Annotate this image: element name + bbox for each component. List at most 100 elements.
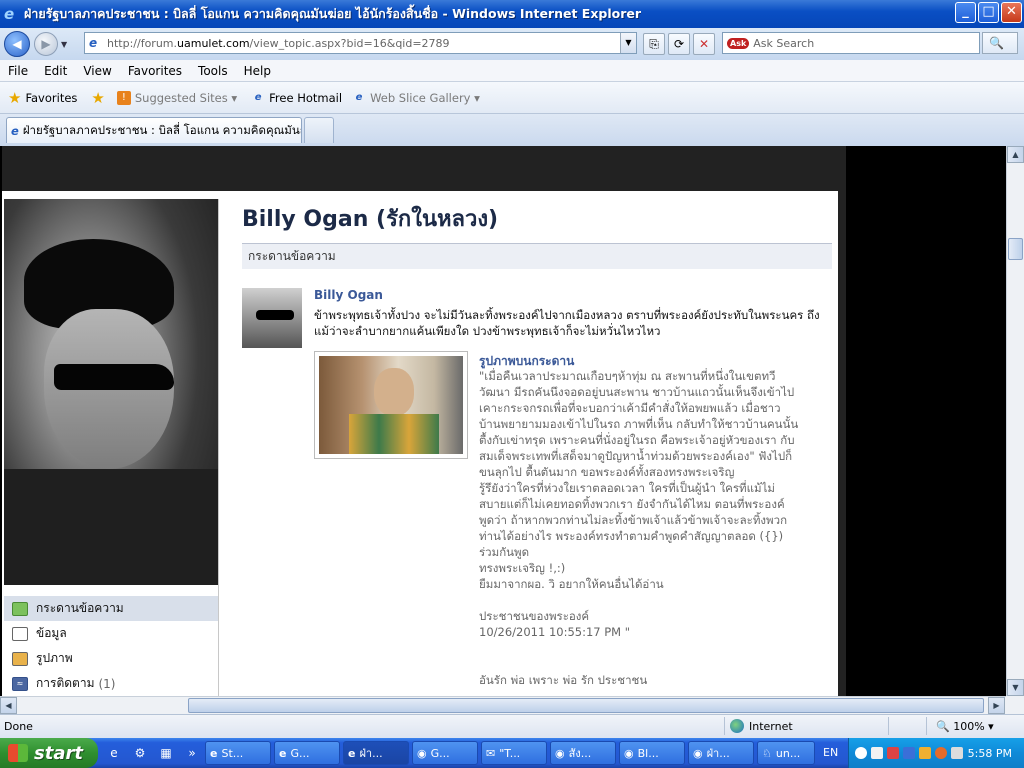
forward-button[interactable]: ▶ (34, 32, 58, 56)
zoom-level-button[interactable]: 🔍 100% ▾ (936, 720, 994, 733)
web-page: กระดานข้อความ ข้อมูล รูปภาพ ≈ การติดตาม … (2, 146, 846, 696)
photos-icon (12, 651, 28, 666)
minimize-button[interactable]: _ (955, 2, 976, 23)
taskbar-item-label: un... (775, 746, 801, 760)
status-text: Done (4, 720, 33, 733)
taskbar-item[interactable]: ◉ สัง... (550, 741, 616, 765)
address-url[interactable]: http://forum.uamulet.com/view_topic.aspx… (107, 37, 450, 50)
search-input[interactable]: Ask Search (753, 37, 814, 50)
profile-photo[interactable] (4, 199, 218, 585)
sidebar-item-label: ข้อมูล (36, 626, 67, 640)
info-icon (12, 626, 28, 641)
address-dropdown-button[interactable]: ▼ (620, 33, 636, 53)
search-icon: 🔍 (989, 36, 1004, 50)
favorites-label: Favorites (25, 90, 78, 105)
taskbar-item[interactable]: e St... (205, 741, 271, 765)
favorites-button[interactable]: ★ Favorites (8, 89, 77, 107)
fav-free-hotmail[interactable]: e Free Hotmail (251, 91, 342, 105)
menu-help[interactable]: Help (236, 64, 279, 78)
address-bar[interactable]: e http://forum.uamulet.com/view_topic.as… (84, 32, 637, 54)
taskbar-item[interactable]: ✉ "T... (481, 741, 547, 765)
recent-pages-dropdown[interactable]: ▼ (61, 40, 73, 49)
taskbar-item-label: ฝ่า... (359, 747, 383, 760)
sidebar-item-subscriptions[interactable]: ≈ การติดตาม (1) (4, 671, 218, 696)
fav-web-slice-gallery[interactable]: e Web Slice Gallery ▾ (352, 91, 480, 105)
app-icon: ♘ (762, 746, 772, 760)
quicklaunch-app-icon[interactable]: ▦ (156, 743, 176, 763)
back-button[interactable]: ◀ (4, 31, 30, 57)
security-icon[interactable] (887, 747, 899, 759)
quicklaunch-settings-icon[interactable]: ⚙ (130, 743, 150, 763)
scroll-up-arrow[interactable]: ▲ (1007, 146, 1024, 163)
scroll-down-arrow[interactable]: ▼ (1007, 679, 1024, 696)
language-indicator[interactable]: EN (823, 746, 838, 759)
bluetooth-icon[interactable] (903, 747, 915, 759)
media-tray-icon[interactable] (935, 747, 947, 759)
new-tab-button[interactable] (304, 117, 334, 143)
taskbar-item-active[interactable]: e ฝ่า... (343, 741, 409, 765)
chrome-icon: ◉ (555, 746, 565, 760)
close-button[interactable]: ✕ (1001, 2, 1022, 23)
volume-icon[interactable] (951, 747, 963, 759)
sidebar-item-count: (1) (98, 676, 116, 691)
attachment-image-head (374, 368, 414, 416)
taskbar-item[interactable]: ◉ Bl... (619, 741, 685, 765)
add-to-favorites-bar-button[interactable]: ★ (91, 89, 108, 107)
maximize-button[interactable]: □ (978, 2, 999, 23)
sidebar-item-wall[interactable]: กระดานข้อความ (4, 596, 218, 621)
status-divider (888, 717, 889, 735)
menu-favorites[interactable]: Favorites (120, 64, 190, 78)
attachment-photo[interactable] (314, 351, 468, 459)
mail-icon: ✉ (486, 746, 496, 760)
fav-label: Web Slice Gallery ▾ (370, 90, 480, 105)
window-controls: _ □ ✕ (955, 2, 1022, 23)
vertical-scroll-thumb[interactable] (1008, 238, 1023, 260)
taskbar-item-label: สัง... (568, 747, 592, 760)
menu-tools[interactable]: Tools (190, 64, 236, 78)
scroll-right-arrow[interactable]: ▶ (988, 697, 1005, 714)
clock[interactable]: 5:58 PM (968, 747, 1012, 760)
horizontal-scrollbar[interactable]: ◀ ▶ (0, 696, 1006, 714)
ask-logo-icon: Ask (727, 37, 750, 49)
menu-file[interactable]: File (0, 64, 36, 78)
start-button[interactable]: start (0, 738, 98, 768)
taskbar-item[interactable]: ◉ ฝ่า... (688, 741, 754, 765)
scroll-left-arrow[interactable]: ◀ (0, 697, 17, 714)
menu-bar: File Edit View Favorites Tools Help (0, 60, 1024, 82)
tab-active[interactable]: e ฝ่ายรัฐบาลภาคประชาชน : บิลลี่ โอแกน คว… (6, 117, 302, 143)
refresh-button[interactable]: ⟳ (668, 33, 690, 55)
avatar[interactable] (242, 288, 302, 348)
search-box[interactable]: Ask Ask Search (722, 32, 980, 54)
taskbar-item[interactable]: e G... (274, 741, 340, 765)
sidebar-item-info[interactable]: ข้อมูล (4, 621, 218, 646)
favorites-bar: ★ Favorites ★ ! Suggested Sites ▾ e Free… (0, 82, 1024, 114)
quicklaunch-ie-icon[interactable]: e (104, 743, 124, 763)
taskbar-item[interactable]: ♘ un... (757, 741, 815, 765)
page-viewport: กระดานข้อความ ข้อมูล รูปภาพ ≈ การติดตาม … (0, 146, 1006, 696)
menu-view[interactable]: View (75, 64, 119, 78)
tray-expand-icon[interactable] (855, 747, 867, 759)
page-header-band (2, 146, 846, 191)
compatibility-view-button[interactable]: ⎘ (643, 33, 665, 55)
fav-suggested-sites[interactable]: ! Suggested Sites ▾ (116, 90, 237, 105)
menu-edit[interactable]: Edit (36, 64, 75, 78)
search-button[interactable]: 🔍 (982, 32, 1018, 54)
post-author-link[interactable]: Billy Ogan (314, 288, 383, 302)
taskbar-item-label: Bl... (637, 746, 659, 760)
horizontal-scroll-thumb[interactable] (188, 698, 984, 713)
stop-button[interactable]: ✕ (693, 33, 715, 55)
network-icon[interactable] (871, 747, 883, 759)
quicklaunch-more-icon[interactable]: » (182, 743, 202, 763)
fav-label: Free Hotmail (269, 90, 343, 105)
security-zone[interactable]: Internet (730, 719, 793, 733)
attachment-caption: "เมื่อคืนเวลาประมาณเกือบๆห้าทุ่ม ณ สะพาน… (479, 369, 799, 687)
ie-logo-icon: e (4, 5, 15, 23)
taskbar-item[interactable]: ◉ G... (412, 741, 478, 765)
chrome-icon: ◉ (417, 746, 427, 760)
windows-taskbar: start e ⚙ ▦ » e St... e G... e ฝ่า... ◉ G...… (0, 738, 1024, 768)
app-tray-icon[interactable] (919, 747, 931, 759)
vertical-scrollbar[interactable]: ▲ ▼ (1006, 146, 1024, 696)
sidebar-item-photos[interactable]: รูปภาพ (4, 646, 218, 671)
window-titlebar: e ฝ่ายรัฐบาลภาคประชาชน : บิลลี่ โอแกน คว… (0, 0, 1024, 28)
ie-page-icon: e (355, 91, 363, 103)
